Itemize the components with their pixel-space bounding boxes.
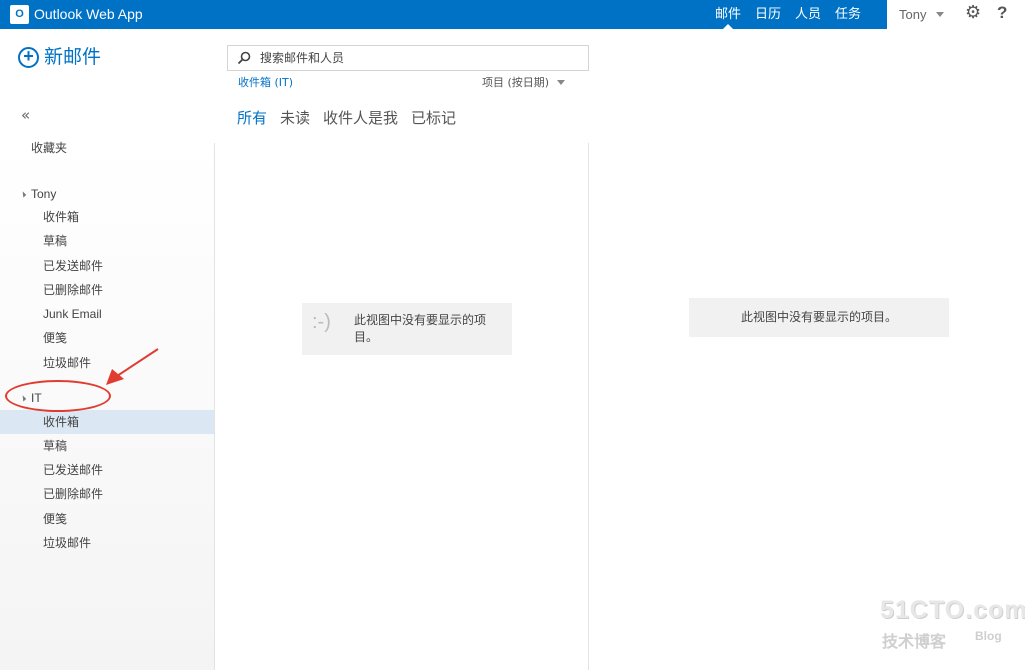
search-input[interactable] xyxy=(260,46,580,70)
filter-unread[interactable]: 未读 xyxy=(280,108,310,128)
watermark-sub: 技术博客 xyxy=(882,632,947,651)
plus-circle-icon: + xyxy=(18,46,39,68)
favorites-header[interactable]: 收藏夹 xyxy=(31,139,67,156)
annotation-arrow-icon xyxy=(106,348,159,385)
filter-flagged[interactable]: 已标记 xyxy=(411,108,456,128)
new-mail-label: 新邮件 xyxy=(44,46,102,68)
nav-people[interactable]: 人员 xyxy=(788,0,828,29)
empty-reading-message: 此视图中没有要显示的项目。 xyxy=(689,298,949,337)
folder-tony-junk-email[interactable]: Junk Email xyxy=(0,302,214,326)
top-bar: O Outlook Web App 邮件 日历 人员 任务 Tony ⚙ ? xyxy=(0,0,1025,29)
chevron-down-icon xyxy=(557,79,566,85)
chevron-down-icon[interactable] xyxy=(936,12,944,17)
reading-pane xyxy=(590,29,1025,670)
filter-tabs: 所有 未读 收件人是我 已标记 xyxy=(237,108,469,128)
top-nav: 邮件 日历 人员 任务 xyxy=(708,0,868,29)
folder-it-inbox[interactable]: 收件箱 xyxy=(0,410,214,434)
filter-to-me[interactable]: 收件人是我 xyxy=(323,108,398,128)
folder-it-notes[interactable]: 便笺 xyxy=(0,507,214,531)
gear-icon[interactable]: ⚙ xyxy=(965,2,981,24)
sort-dropdown[interactable]: 项目 (按日期) xyxy=(482,74,566,90)
watermark-main: 51CTO.com xyxy=(880,596,1025,624)
app-title: Outlook Web App xyxy=(34,6,143,22)
account-name: Tony xyxy=(31,187,57,201)
collapse-pane-button[interactable]: « xyxy=(21,106,30,124)
message-list xyxy=(214,143,589,670)
filter-all[interactable]: 所有 xyxy=(237,108,267,128)
account-tony-header[interactable]: Tony xyxy=(19,187,57,201)
folder-tony-deleted[interactable]: 已删除邮件 xyxy=(0,278,214,302)
watermark: 51CTO.com 技术博客 Blog xyxy=(880,596,1025,656)
expand-triangle-icon[interactable] xyxy=(19,190,27,198)
folder-it-spam[interactable]: 垃圾邮件 xyxy=(0,531,214,555)
nav-tasks[interactable]: 任务 xyxy=(828,0,868,29)
watermark-blog: Blog xyxy=(975,629,1002,643)
new-mail-button[interactable]: + 新邮件 xyxy=(18,45,101,69)
folder-tony-drafts[interactable]: 草稿 xyxy=(0,229,214,253)
folder-it-drafts[interactable]: 草稿 xyxy=(0,434,214,458)
annotation-ellipse xyxy=(5,380,111,412)
smiley-icon: :-) xyxy=(312,311,331,333)
folder-it-sent[interactable]: 已发送邮件 xyxy=(0,458,214,482)
search-icon[interactable] xyxy=(237,51,251,65)
current-folder-label: 收件箱 (IT) xyxy=(238,76,294,89)
sort-label: 项目 (按日期) xyxy=(482,76,550,89)
folder-it-deleted[interactable]: 已删除邮件 xyxy=(0,482,214,506)
nav-mail[interactable]: 邮件 xyxy=(708,0,748,29)
user-menu[interactable]: Tony xyxy=(899,0,926,30)
user-area: Tony ⚙ ? xyxy=(887,0,1025,29)
help-icon[interactable]: ? xyxy=(997,2,1007,24)
nav-calendar[interactable]: 日历 xyxy=(748,0,788,29)
empty-list-text: 此视图中没有要显示的项目。 xyxy=(354,313,487,344)
folder-tony-sent[interactable]: 已发送邮件 xyxy=(0,254,214,278)
outlook-logo-icon: O xyxy=(10,5,29,24)
folder-tony-inbox[interactable]: 收件箱 xyxy=(0,205,214,229)
search-box[interactable] xyxy=(227,45,589,71)
empty-list-message: :-) 此视图中没有要显示的项目。 xyxy=(302,303,512,355)
